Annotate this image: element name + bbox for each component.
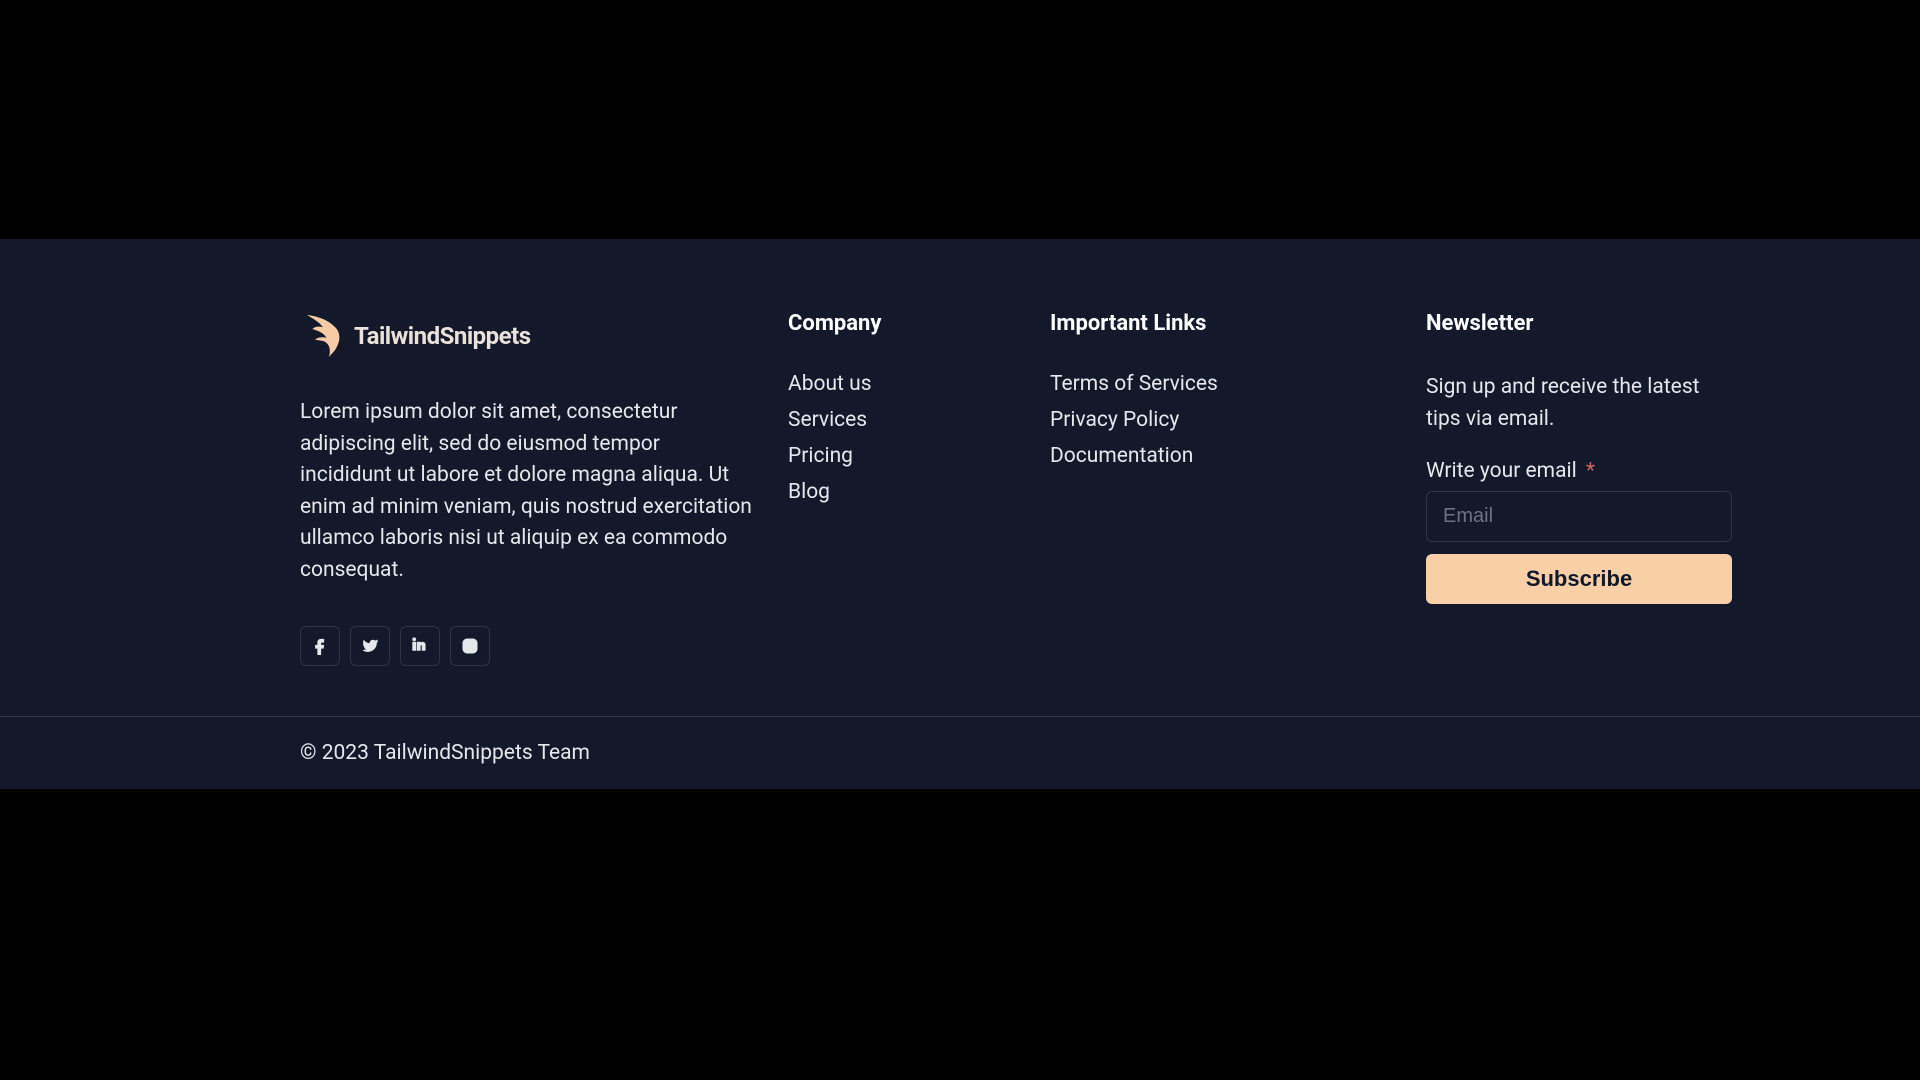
newsletter-description: Sign up and receive the latest tips via …	[1426, 372, 1732, 435]
social-links	[300, 626, 752, 666]
link-blog[interactable]: Blog	[788, 480, 830, 504]
brand-logo[interactable]: TailwindSnippets	[300, 311, 752, 361]
linkedin-icon	[411, 637, 429, 655]
link-pricing[interactable]: Pricing	[788, 444, 853, 468]
twitter-icon	[361, 637, 379, 655]
footer-newsletter-column: Newsletter Sign up and receive the lates…	[1426, 311, 1732, 666]
site-footer: TailwindSnippets Lorem ipsum dolor sit a…	[0, 239, 1920, 789]
company-links: About us Services Pricing Blog	[788, 372, 1014, 504]
instagram-icon	[461, 637, 479, 655]
link-documentation[interactable]: Documentation	[1050, 444, 1193, 468]
brand-description: Lorem ipsum dolor sit amet, consectetur …	[300, 397, 752, 586]
linkedin-link[interactable]	[400, 626, 440, 666]
footer-company-column: Company About us Services Pricing Blog	[788, 311, 1014, 666]
instagram-link[interactable]	[450, 626, 490, 666]
email-label-text: Write your email	[1426, 459, 1577, 483]
footer-important-column: Important Links Terms of Services Privac…	[1050, 311, 1390, 666]
facebook-icon	[311, 637, 329, 655]
required-indicator: *	[1586, 459, 1595, 483]
footer-bottom-bar: © 2023 TailwindSnippets Team	[0, 716, 1920, 789]
company-heading: Company	[788, 311, 1014, 336]
link-privacy[interactable]: Privacy Policy	[1050, 408, 1179, 432]
footer-brand-column: TailwindSnippets Lorem ipsum dolor sit a…	[300, 311, 752, 666]
link-services[interactable]: Services	[788, 408, 867, 432]
brand-logo-icon	[300, 311, 344, 361]
important-heading: Important Links	[1050, 311, 1390, 336]
facebook-link[interactable]	[300, 626, 340, 666]
subscribe-button[interactable]: Subscribe	[1426, 554, 1732, 604]
copyright-text: © 2023 TailwindSnippets Team	[300, 741, 1620, 765]
email-label: Write your email *	[1426, 459, 1732, 483]
important-links: Terms of Services Privacy Policy Documen…	[1050, 372, 1390, 468]
newsletter-heading: Newsletter	[1426, 311, 1732, 336]
brand-name: TailwindSnippets	[354, 322, 531, 350]
email-input[interactable]	[1426, 491, 1732, 542]
footer-content: TailwindSnippets Lorem ipsum dolor sit a…	[300, 239, 1620, 716]
link-terms[interactable]: Terms of Services	[1050, 372, 1218, 396]
twitter-link[interactable]	[350, 626, 390, 666]
link-about-us[interactable]: About us	[788, 372, 872, 396]
